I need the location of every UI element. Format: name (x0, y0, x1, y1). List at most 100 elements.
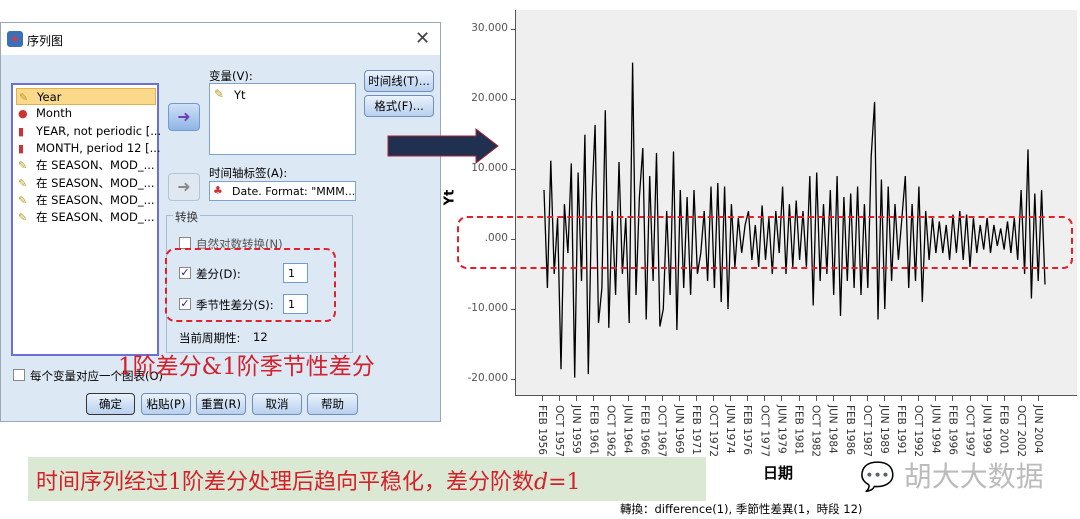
x-tick-label: OCT 1957 (553, 405, 566, 458)
conclusion-text: 时间序列经过1阶差分处理后趋向平稳化，差分阶数 (36, 470, 534, 495)
dialog-title: 序列图 (27, 34, 64, 48)
x-tick-label: OCT 1992 (912, 405, 925, 458)
difference-highlight-box (165, 248, 336, 322)
x-tick (610, 396, 612, 401)
x-tick (713, 396, 714, 401)
x-tick-label: FEB 1956 (536, 405, 548, 455)
variable-item[interactable]: Yt (234, 88, 246, 102)
x-tick (798, 396, 800, 401)
x-tick (832, 396, 834, 401)
move-to-time-axis-button[interactable]: ➜ (168, 173, 200, 201)
arrow-right-icon (387, 128, 499, 164)
x-tick (884, 396, 885, 401)
x-tick-label: FEB 2001 (997, 405, 1010, 455)
variable-list-item[interactable]: ✎ 在 SEASON、MOD_... (16, 157, 156, 174)
x-tick-label: FEB 1971 (689, 405, 702, 455)
x-tick-label: OCT 1977 (758, 405, 771, 458)
timeline-button[interactable]: 时间线(T)... (364, 70, 434, 92)
title-bar: + 序列图 ✕ (1, 23, 440, 55)
variables-box[interactable]: ✎ Yt (209, 83, 356, 155)
format-button[interactable]: 格式(F)... (364, 95, 434, 117)
transform-group-label: 转换 (173, 209, 200, 225)
x-tick (576, 396, 578, 401)
variable-label: YEAR, not periodic [... (36, 123, 162, 138)
x-tick-label: JUN 1959 (570, 405, 583, 454)
x-tick (986, 396, 988, 401)
x-tick-label: FEB 1961 (587, 405, 600, 455)
variable-list-item[interactable]: ✎ 在 SEASON、MOD_... (16, 209, 156, 226)
y-tick-label: 20.000 (471, 92, 508, 104)
x-tick (866, 396, 868, 401)
difference-annotation: 1阶差分&1阶季节性差分 (118, 354, 375, 380)
cancel-button[interactable]: 取消 (252, 393, 302, 415)
x-tick-label: FEB 1986 (843, 405, 856, 455)
watermark: 💬 胡大大数据 (860, 455, 1044, 495)
chart-app-icon: + (7, 31, 23, 47)
ok-button[interactable]: 确定 (86, 393, 135, 415)
scale-ruler-icon: ✎ (18, 176, 28, 190)
x-tick-label: JUN 1989 (878, 405, 890, 454)
x-tick-label: JUN 2004 (1031, 405, 1044, 454)
ordinal-bar-icon: ▮ (18, 141, 25, 155)
x-tick-label: JUN 1974 (724, 405, 737, 454)
variable-label: 在 SEASON、MOD_... (36, 210, 155, 225)
help-button[interactable]: 帮助 (307, 393, 358, 415)
x-tick (1020, 396, 1022, 401)
x-tick-label: FEB 1966 (638, 405, 651, 455)
variable-list-item[interactable]: ▮ YEAR, not periodic [... (16, 123, 161, 140)
x-tick (661, 396, 663, 401)
x-tick (542, 396, 543, 401)
time-axis-value[interactable]: Date. Format: "MMM... (232, 185, 355, 198)
conclusion-variable: d (534, 470, 549, 495)
variables-label: 变量(V): (209, 69, 253, 83)
x-tick (747, 396, 749, 401)
variable-list-item[interactable]: ✎ 在 SEASON、MOD_... (16, 175, 156, 192)
variable-list-item[interactable]: ● Month (16, 105, 156, 122)
reset-button[interactable]: 重置(R) (196, 393, 246, 415)
x-tick (901, 396, 903, 401)
y-tick-label: 10.000 (471, 162, 508, 174)
x-tick (969, 396, 971, 401)
x-tick-label: OCT 1962 (604, 405, 617, 458)
variable-label: 在 SEASON、MOD_... (36, 158, 155, 173)
variable-label: 在 SEASON、MOD_... (36, 175, 155, 190)
variable-label: 在 SEASON、MOD_... (36, 192, 155, 207)
time-axis-box[interactable]: ♣ Date. Format: "MMM... (209, 181, 356, 201)
x-tick (644, 396, 646, 401)
stationary-band-highlight-box (457, 216, 1073, 269)
x-axis-label: 日期 (763, 464, 794, 482)
x-tick-label: FEB 1981 (792, 405, 805, 455)
paste-button[interactable]: 粘贴(P) (141, 393, 191, 415)
scale-ruler-icon: ✎ (18, 193, 28, 207)
x-tick (849, 396, 851, 401)
sequence-chart-plot (515, 10, 1077, 396)
variable-list-item[interactable]: ▮ MONTH, period 12 [... (16, 140, 161, 157)
x-tick (952, 396, 954, 401)
variable-list-item[interactable]: ✎ Year (16, 88, 156, 105)
move-to-variables-button[interactable]: ➜ (168, 103, 200, 131)
nominal-icon: ● (18, 107, 28, 121)
x-tick-label: JUN 1964 (621, 405, 634, 454)
x-tick (1003, 396, 1005, 401)
plot-svg (543, 62, 1046, 378)
x-tick-label: OCT 1997 (963, 405, 976, 458)
x-tick-label: OCT 1987 (860, 405, 873, 458)
x-tick (764, 396, 766, 401)
y-tick-label: -10.000 (467, 302, 508, 314)
y-tick-label: -20.000 (467, 372, 508, 384)
x-tick (730, 396, 732, 401)
conclusion-box: 时间序列经过1阶差分处理后趋向平稳化，差分阶数d=1 (28, 457, 706, 501)
one-chart-per-variable-checkbox[interactable] (13, 369, 25, 381)
watermark-text: 胡大大数据 (903, 460, 1044, 493)
x-tick-label: JUN 1994 (929, 405, 942, 454)
ordinal-bar-icon: ▮ (18, 124, 25, 138)
variable-label: Month (36, 106, 73, 121)
x-tick (1037, 396, 1039, 401)
source-variable-list[interactable]: ✎ Year ● Month ▮ YEAR, not periodic [... ▮ MONT… (11, 83, 161, 356)
y-axis-label: Yt (442, 189, 458, 206)
x-tick-label: JUN 1969 (672, 405, 685, 454)
x-tick-label: JUN 1984 (826, 405, 839, 454)
variable-list-item[interactable]: ✎ 在 SEASON、MOD_... (16, 192, 156, 209)
close-icon[interactable]: ✕ (415, 28, 430, 49)
x-tick (935, 396, 937, 401)
